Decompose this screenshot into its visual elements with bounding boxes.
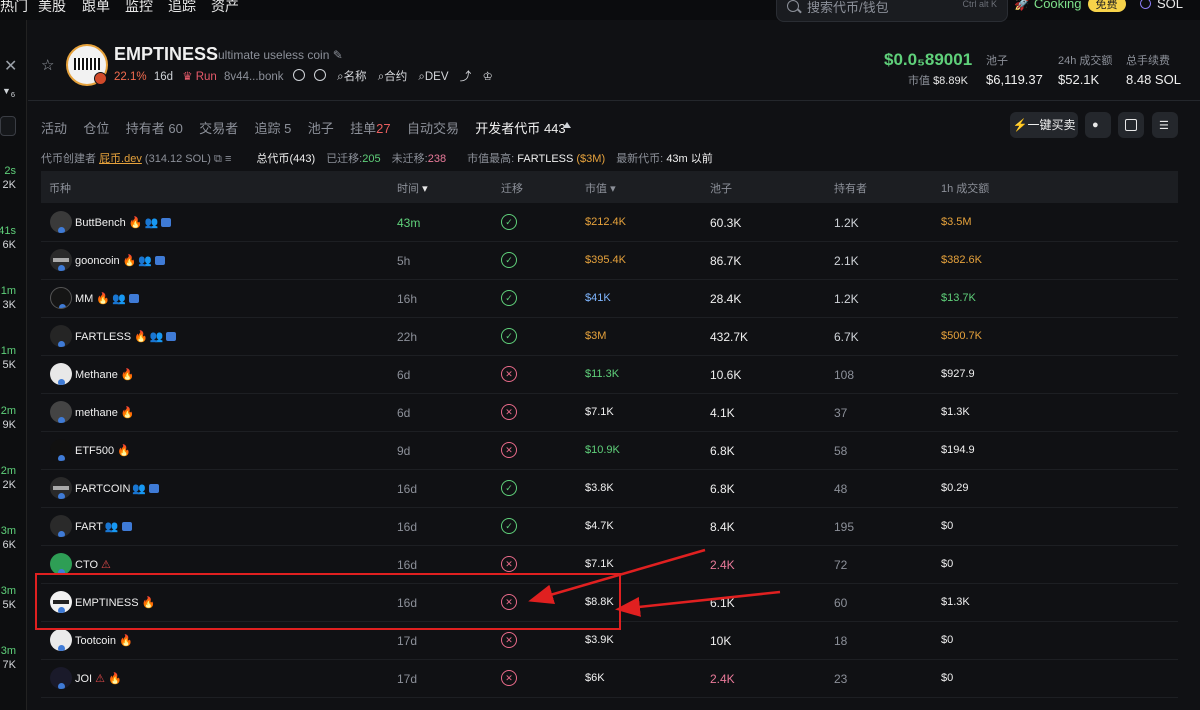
arrow-to-migrated	[528, 548, 706, 605]
arrow-to-mcap	[615, 590, 781, 617]
annotation-arrows	[528, 548, 781, 617]
